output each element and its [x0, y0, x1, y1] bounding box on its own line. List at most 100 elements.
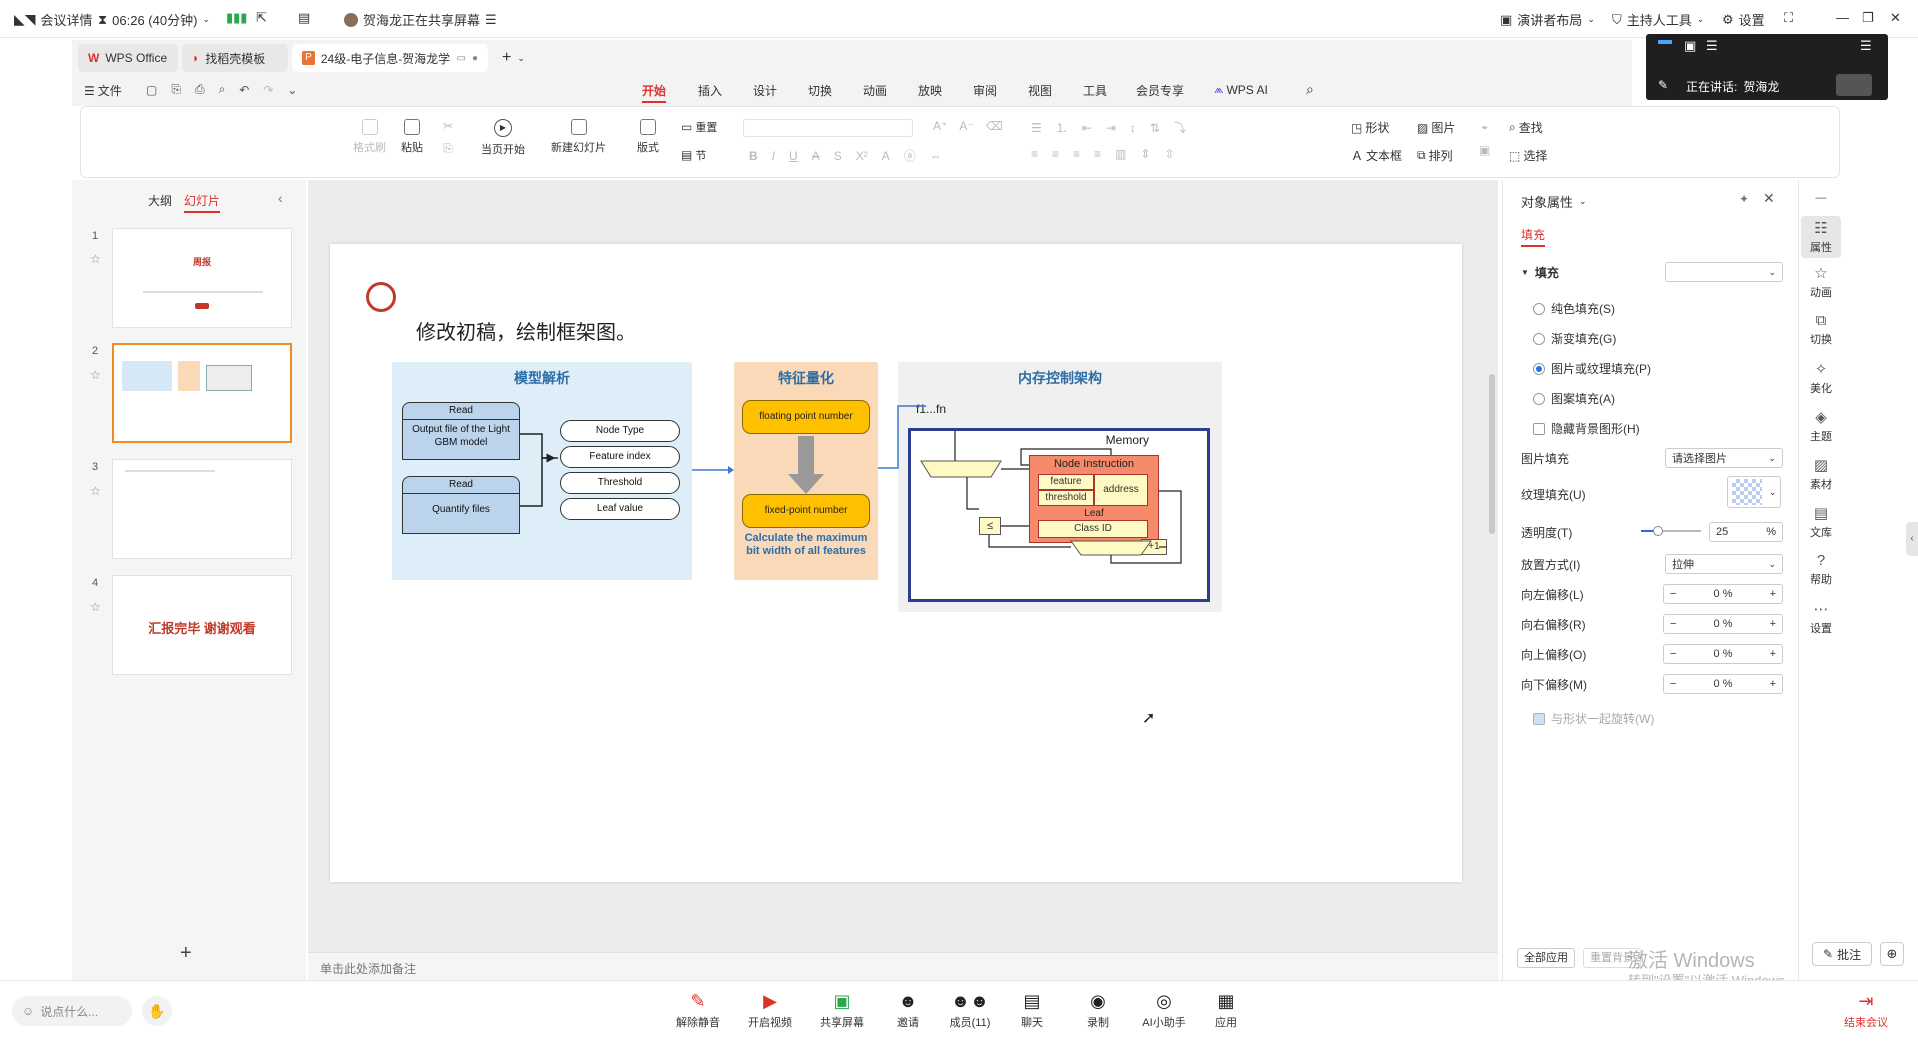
- memory-block[interactable]: Memory Node Instruction feature threshol…: [908, 428, 1210, 602]
- fill-option-picture[interactable]: 图片或纹理填充(P): [1533, 360, 1651, 377]
- external-link-icon[interactable]: ⇱: [256, 10, 267, 26]
- sidebar-library[interactable]: ▤ 文库: [1801, 504, 1841, 540]
- minus-icon[interactable]: −: [1670, 588, 1676, 600]
- star-icon[interactable]: ☆: [90, 252, 101, 266]
- menu-item-start[interactable]: 开始: [642, 82, 667, 103]
- memory-architecture-panel[interactable]: 内存控制架构 f1...fn Memory Node Instruction f…: [898, 362, 1222, 612]
- fill-option-gradient[interactable]: 渐变填充(G): [1533, 330, 1616, 347]
- plus-icon[interactable]: +: [1770, 648, 1776, 660]
- strikethrough-icon[interactable]: A: [812, 149, 820, 163]
- slide-page[interactable]: 修改初稿，绘制框架图。 模型解析 Read Output file of the…: [330, 244, 1462, 882]
- offset-left-stepper[interactable]: − 0 % +: [1663, 584, 1783, 604]
- tab-active-document[interactable]: P 24级-电子信息-贺海龙学习 ▭ ●: [292, 44, 488, 72]
- floating-point-node[interactable]: floating point number: [742, 400, 870, 434]
- chevron-down-icon[interactable]: ⌄: [287, 83, 297, 97]
- list-icon[interactable]: ☰: [1706, 38, 1718, 54]
- unmute-button[interactable]: ✎ 解除静音: [668, 991, 728, 1030]
- texture-picker[interactable]: ⌄: [1727, 476, 1781, 508]
- sidebar-help[interactable]: ? 帮助: [1801, 552, 1841, 587]
- host-tools-button[interactable]: ⛉ 主持人工具 ⌄: [1612, 10, 1704, 29]
- fill-type-select[interactable]: ⌄: [1665, 262, 1783, 282]
- shadow-icon[interactable]: S: [834, 149, 842, 163]
- chat-input[interactable]: ☺ 说点什么...: [12, 996, 132, 1026]
- search-icon[interactable]: ⌕: [1306, 81, 1314, 98]
- highlight-icon[interactable]: ⓐ: [904, 147, 916, 164]
- comment-button[interactable]: ✎ 批注: [1812, 942, 1873, 966]
- decrease-font-icon[interactable]: A⁻: [959, 119, 973, 133]
- fixed-point-node[interactable]: fixed-point number: [742, 494, 870, 528]
- tab-slides[interactable]: 幻灯片: [184, 192, 221, 213]
- reset-button[interactable]: ▭ 重置: [681, 119, 717, 135]
- find-button[interactable]: ⌕ 查找: [1509, 119, 1543, 136]
- picture-fill-select[interactable]: 请选择图片 ⌄: [1665, 448, 1783, 468]
- menu-item-slideshow[interactable]: 放映: [918, 82, 942, 99]
- sharing-status[interactable]: 贺海龙正在共享屏幕 ☰: [344, 10, 497, 29]
- feature-quantization-panel[interactable]: 特征量化 floating point number fixed-point n…: [734, 362, 878, 580]
- play-current-button[interactable]: ▶ 当页开始: [481, 119, 525, 157]
- paste-button[interactable]: 粘贴: [401, 119, 423, 155]
- clear-format-icon[interactable]: ⌫: [986, 119, 1003, 133]
- vertical-align-icon[interactable]: ⇕: [1140, 147, 1150, 161]
- star-icon[interactable]: ☆: [90, 600, 101, 614]
- increase-font-icon[interactable]: A⁺: [933, 119, 947, 133]
- slide-thumbnail-2[interactable]: [112, 343, 292, 443]
- align-center-icon[interactable]: ≡: [1052, 147, 1059, 161]
- menu-icon[interactable]: ☰: [1860, 38, 1872, 54]
- sidebar-transition[interactable]: ⧉ 切换: [1801, 312, 1841, 347]
- sidebar-animation[interactable]: ☆ 动画: [1801, 264, 1841, 300]
- meeting-details-button[interactable]: ◣◥ 会议详情: [14, 10, 93, 29]
- textbox-button[interactable]: Ａ 文本框: [1351, 147, 1402, 164]
- minus-icon[interactable]: −: [1670, 648, 1676, 660]
- section-button[interactable]: ▤ 节: [681, 147, 706, 163]
- settings-button[interactable]: ⚙ 设置: [1722, 10, 1765, 29]
- restore-icon[interactable]: ❐: [1862, 10, 1874, 26]
- print-icon[interactable]: ⎙: [195, 82, 205, 97]
- zoom-icon[interactable]: ⊕: [1880, 942, 1904, 966]
- bullet-list-icon[interactable]: ☰: [1031, 121, 1042, 135]
- minus-icon[interactable]: −: [1670, 618, 1676, 630]
- select-button[interactable]: ⬚ 选择: [1509, 147, 1547, 164]
- scrollbar-thumb[interactable]: [1489, 374, 1495, 534]
- sidebar-beautify[interactable]: ✧ 美化: [1801, 360, 1841, 396]
- distribute-icon[interactable]: ⇳: [1164, 147, 1174, 161]
- sort-icon[interactable]: ⇅: [1150, 121, 1160, 135]
- menu-item-member[interactable]: 会员专享: [1136, 82, 1184, 99]
- ai-assistant-button[interactable]: ◎ AI小助手: [1134, 991, 1194, 1030]
- layout-button[interactable]: 版式: [637, 119, 659, 155]
- underline-icon[interactable]: U: [789, 149, 798, 163]
- share-screen-button[interactable]: ▣ 共享屏幕: [812, 991, 872, 1030]
- redo-icon[interactable]: ↷: [263, 83, 273, 97]
- menu-item-review[interactable]: 审阅: [973, 82, 997, 99]
- transparency-slider[interactable]: [1641, 526, 1701, 536]
- record-button[interactable]: ◉ 录制: [1068, 991, 1128, 1030]
- star-icon[interactable]: ☆: [90, 484, 101, 498]
- add-slide-button[interactable]: +: [180, 942, 192, 965]
- window-icon[interactable]: ▣: [1684, 38, 1696, 54]
- placement-select[interactable]: 拉伸 ⌄: [1665, 554, 1783, 574]
- line-spacing-icon[interactable]: ↕: [1130, 121, 1136, 135]
- rotate-with-shape-checkbox[interactable]: 与形状一起旋转(W): [1533, 710, 1654, 727]
- notes-bar[interactable]: 单击此处添加备注: [308, 952, 1498, 980]
- notes-placeholder[interactable]: 单击此处添加备注: [320, 960, 416, 977]
- minimize-icon[interactable]: —: [1836, 10, 1849, 25]
- close-icon[interactable]: ✕: [1763, 190, 1775, 207]
- undo-icon[interactable]: ↶: [239, 83, 249, 97]
- menu-item-wps-ai[interactable]: ⩕ WPS AI: [1214, 82, 1268, 97]
- save-icon[interactable]: ▢: [146, 83, 157, 97]
- menu-item-tools[interactable]: 工具: [1083, 82, 1107, 99]
- slide-thumbnail-1[interactable]: 周报: [112, 228, 292, 328]
- shape-button[interactable]: ◳ 形状: [1351, 119, 1389, 136]
- plus-icon[interactable]: +: [1770, 588, 1776, 600]
- signal-icon[interactable]: ▮▮▮: [226, 10, 247, 26]
- model-parsing-panel[interactable]: 模型解析 Read Output file of the Light GBM m…: [392, 362, 692, 580]
- offset-up-stepper[interactable]: − 0 % +: [1663, 644, 1783, 664]
- unsaved-dot-icon[interactable]: ●: [472, 53, 478, 64]
- vertical-scrollbar[interactable]: [1488, 184, 1496, 944]
- offset-right-stepper[interactable]: − 0 % +: [1663, 614, 1783, 634]
- char-spacing-icon[interactable]: ⇔: [930, 149, 942, 163]
- align-left-icon[interactable]: ≡: [1031, 147, 1038, 161]
- slide-title[interactable]: 修改初稿，绘制框架图。: [416, 316, 636, 345]
- slide-thumbnail-3[interactable]: [112, 459, 292, 559]
- minus-icon[interactable]: −: [1670, 678, 1676, 690]
- tab-template[interactable]: ◗ 找稻壳模板: [182, 44, 288, 72]
